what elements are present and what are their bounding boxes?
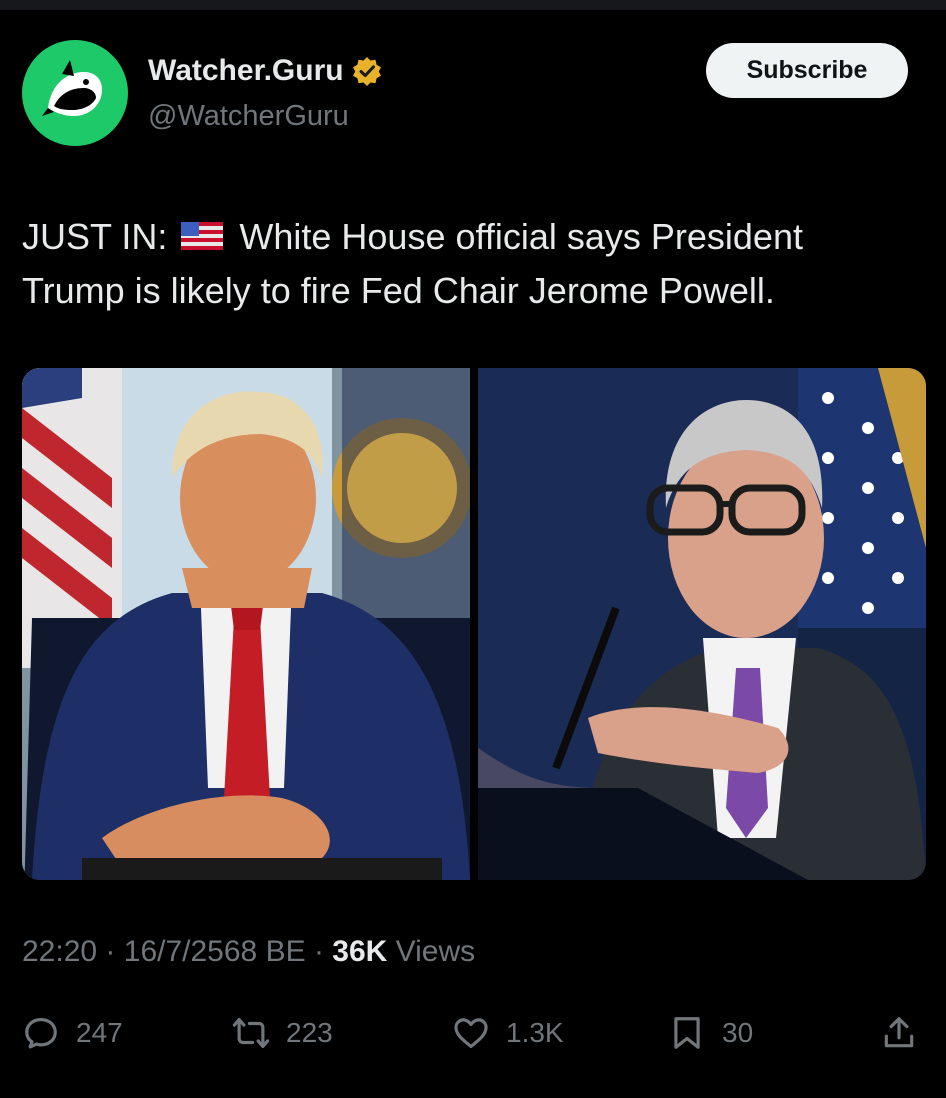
us-flag-icon [181,222,224,251]
repost-icon [232,1017,270,1049]
man-in-navy-suit-red-tie-photo [22,368,470,880]
media-grid[interactable] [22,368,926,880]
repost-button[interactable]: 223 [232,1008,333,1058]
like-button[interactable]: 1.3K [452,1008,564,1058]
top-bar [0,0,946,10]
gold-verified-badge-icon[interactable] [352,56,382,86]
views-count[interactable]: 36K [332,935,387,968]
reply-count: 247 [76,1017,123,1048]
meta-separator: · [105,935,116,968]
tweet-meta: 22:20 · 16/7/2568 BE · 36K Views [22,935,475,969]
bookmark-count: 30 [722,1017,754,1048]
share-button[interactable] [880,1008,918,1058]
tweet-time[interactable]: 22:20 [22,935,97,968]
handle[interactable]: @WatcherGuru [148,100,349,133]
display-name[interactable]: Watcher.Guru [148,54,344,88]
tweet-text-line2: Trump is likely to fire Fed Chair Jerome… [22,270,775,311]
heart-icon [454,1018,488,1049]
like-count: 1.3K [506,1017,564,1048]
views-label: Views [395,935,476,968]
avatar[interactable] [22,40,128,146]
repost-count: 223 [286,1017,333,1048]
action-bar: 247 223 1.3K 30 [0,1008,946,1058]
tweet-date[interactable]: 16/7/2568 BE [124,935,306,968]
share-icon [884,1017,914,1048]
tweet-text: JUST IN: White House official says Presi… [22,210,922,318]
tweet-prefix: JUST IN: [22,216,168,257]
photo-left[interactable] [22,368,470,880]
orca-whale-icon [42,60,102,116]
bookmark-button[interactable]: 30 [668,1008,753,1058]
tweet-text-line1: White House official says President [239,216,803,257]
reply-button[interactable]: 247 [22,1008,123,1058]
bookmark-icon [674,1017,700,1049]
name-row: Watcher.Guru [148,54,382,88]
man-with-glasses-at-podium-photo [478,368,926,880]
photo-right[interactable] [478,368,926,880]
subscribe-button[interactable]: Subscribe [706,43,908,98]
meta-separator: · [313,935,324,968]
reply-icon [25,1017,57,1049]
